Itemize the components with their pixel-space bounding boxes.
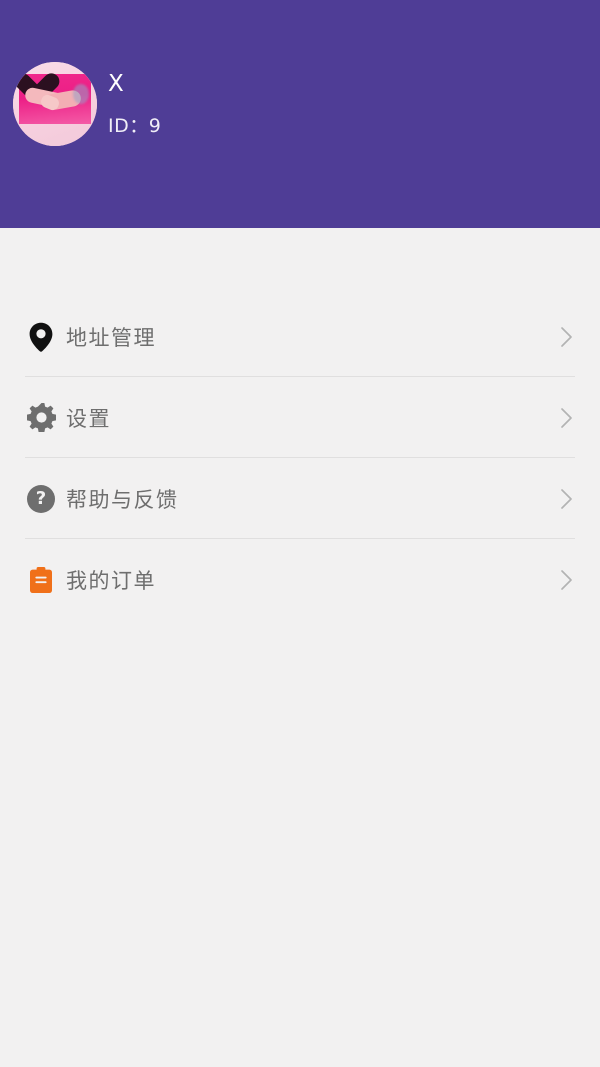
- menu-item-help-feedback[interactable]: ? 帮助与反馈: [0, 458, 600, 539]
- question-circle-icon: ?: [25, 483, 57, 515]
- menu-item-label: 帮助与反馈: [66, 487, 179, 512]
- profile-header: X ID：9: [0, 0, 600, 228]
- location-pin-icon: [25, 321, 57, 353]
- menu-item-label: 地址管理: [66, 325, 156, 350]
- menu-item-label: 我的订单: [66, 568, 156, 593]
- avatar-photo: [13, 62, 97, 146]
- menu-item-my-orders[interactable]: 我的订单: [0, 539, 600, 620]
- chevron-right-icon: [560, 569, 574, 591]
- question-mark-glyph: ?: [27, 484, 55, 513]
- menu-item-settings[interactable]: 设置: [0, 377, 600, 458]
- chevron-right-icon: [560, 326, 574, 348]
- chevron-right-icon: [560, 488, 574, 510]
- menu-item-label: 设置: [66, 406, 111, 431]
- menu-list: 地址管理 设置 ? 帮助与反馈 我的订单: [0, 228, 600, 620]
- chevron-right-icon: [560, 407, 574, 429]
- clipboard-order-icon: [25, 564, 57, 596]
- user-id: ID：9: [108, 115, 162, 137]
- user-name: X: [108, 71, 125, 97]
- gear-icon: [25, 402, 57, 434]
- avatar[interactable]: [13, 62, 97, 146]
- avatar-photo-blob: [73, 84, 89, 104]
- menu-item-address-management[interactable]: 地址管理: [0, 296, 600, 377]
